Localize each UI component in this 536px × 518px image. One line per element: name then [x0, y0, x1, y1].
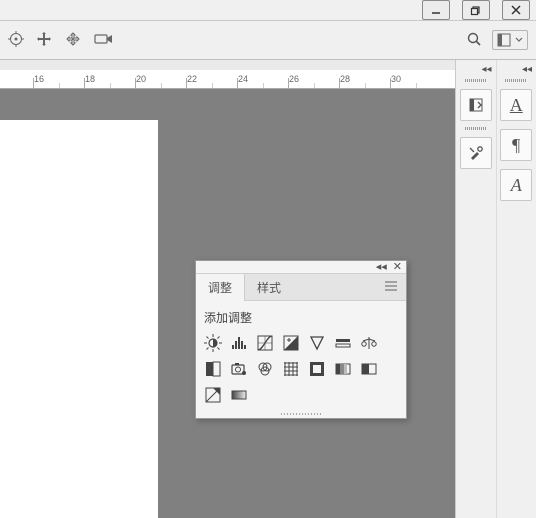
adjustments-panel: ◂◂ ✕ 调整 样式 添加调整 [195, 260, 407, 419]
restore-button[interactable] [462, 0, 490, 20]
brightness-contrast-icon[interactable] [204, 334, 222, 352]
ruler-label: 20 [136, 74, 146, 84]
invert-icon[interactable] [308, 360, 326, 378]
panel-header: 添加调整 [204, 309, 398, 326]
gradient-map-icon[interactable] [230, 386, 248, 404]
levels-icon[interactable] [230, 334, 248, 352]
exposure-icon[interactable] [282, 334, 300, 352]
channel-mixer-icon[interactable] [256, 360, 274, 378]
minimize-button[interactable] [422, 0, 450, 20]
hue-saturation-icon[interactable] [334, 334, 352, 352]
adjustments-grid [204, 334, 398, 404]
options-bar [0, 21, 536, 60]
dock-drag-handle[interactable] [456, 125, 496, 131]
search-icon[interactable] [466, 31, 482, 50]
dock-drag-handle[interactable] [456, 77, 496, 83]
selective-color-icon[interactable] [204, 386, 222, 404]
panel-collapse-icon[interactable]: ◂◂ [376, 262, 387, 273]
threshold-icon[interactable] [360, 360, 378, 378]
canvas-area[interactable]: 16 18 20 22 24 26 28 30 ◂◂ ✕ [0, 60, 455, 518]
color-lookup-icon[interactable] [282, 360, 300, 378]
dock-collapse-icon[interactable]: ◂◂ [518, 64, 536, 77]
tab-adjustments[interactable]: 调整 [196, 274, 245, 301]
chevron-down-icon [515, 36, 523, 44]
tab-styles[interactable]: 样式 [245, 274, 293, 301]
posterize-icon[interactable] [334, 360, 352, 378]
ruler-label: 26 [289, 74, 299, 84]
dock-drag-handle[interactable] [497, 77, 536, 83]
photo-filter-icon[interactable] [230, 360, 248, 378]
ruler-label: 28 [340, 74, 350, 84]
workspace-dropdown[interactable] [492, 30, 528, 50]
curves-icon[interactable] [256, 334, 274, 352]
close-button[interactable] [502, 0, 530, 20]
distribute-icon[interactable] [64, 31, 82, 50]
target-icon[interactable] [8, 31, 24, 50]
ruler-label: 16 [34, 74, 44, 84]
black-white-icon[interactable] [204, 360, 222, 378]
character-panel-icon[interactable]: A [500, 89, 532, 121]
ruler-label: 30 [391, 74, 401, 84]
panel-resize-handle[interactable] [196, 410, 406, 418]
paragraph-panel-icon[interactable]: ¶ [500, 129, 532, 161]
glyphs-panel-icon[interactable]: A [500, 169, 532, 201]
horizontal-ruler[interactable]: 16 18 20 22 24 26 28 30 [0, 70, 455, 89]
window-title-bar [0, 0, 536, 21]
ruler-label: 22 [187, 74, 197, 84]
camera-icon[interactable] [94, 32, 114, 49]
right-dock: ◂◂ ◂◂ A ¶ A [455, 60, 536, 518]
dock-collapse-icon[interactable]: ◂◂ [477, 64, 495, 77]
color-balance-icon[interactable] [360, 334, 378, 352]
move-arrows-icon[interactable] [36, 31, 52, 50]
panel-close-icon[interactable]: ✕ [393, 262, 402, 273]
ruler-label: 18 [85, 74, 95, 84]
vibrance-icon[interactable] [308, 334, 326, 352]
history-panel-icon[interactable] [460, 89, 492, 121]
panel-menu-icon[interactable] [376, 281, 406, 294]
main-area: 16 18 20 22 24 26 28 30 ◂◂ ✕ [0, 60, 536, 518]
tools-panel-icon[interactable] [460, 137, 492, 169]
ruler-label: 24 [238, 74, 248, 84]
document-canvas[interactable] [0, 120, 158, 518]
